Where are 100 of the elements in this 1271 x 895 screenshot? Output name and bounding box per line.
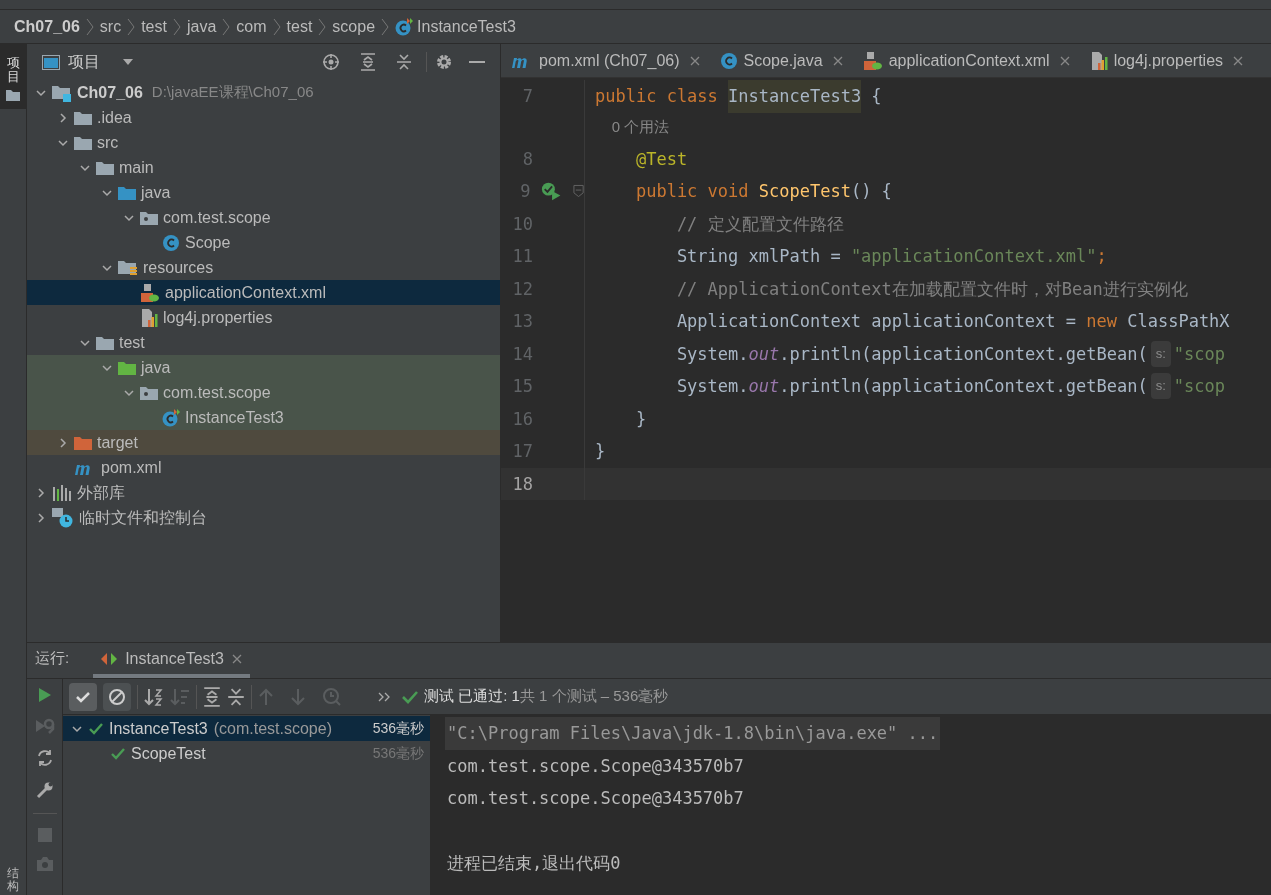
test-item[interactable]: InstanceTest3 (com.test.scope) 536毫秒 [63,716,430,741]
tree-label: .idea [97,107,132,128]
locate-icon[interactable] [322,53,340,71]
breadcrumb-item[interactable]: scope [332,14,376,39]
close-icon[interactable] [1059,55,1070,66]
side-tab[interactable]: 结构 [7,866,19,893]
editor-tab[interactable]: applicationContext.xml [852,44,1080,77]
folder-icon [118,359,136,376]
tree-item[interactable]: test [27,330,500,355]
breadcrumb-item[interactable]: Ch07_06 [14,14,80,39]
code-text: ApplicationContext applicationContext = [675,310,1078,333]
editor-tab[interactable]: log4j.properties [1079,44,1254,77]
expand-all-icon[interactable] [360,53,376,71]
breadcrumb-item[interactable]: test [286,14,313,39]
expand-all-icon[interactable] [203,686,221,707]
code-text: } [634,407,647,431]
parameter-hint: s: [1150,340,1171,367]
tree-label: Scope [185,232,231,253]
editor-tab[interactable]: pom.xml (Ch07_06) [501,44,710,77]
chevron-right-icon [272,17,281,36]
package-icon [140,209,158,226]
tree-item[interactable]: java [27,180,500,205]
code-text: public void [634,180,750,203]
chevron-right-icon[interactable] [35,511,47,524]
line-number: 14 [511,342,533,366]
line-number: 18 [511,472,533,496]
check-icon [89,722,103,735]
class-icon [162,233,180,252]
tree-item[interactable]: resources [27,255,500,280]
breadcrumb-item[interactable]: com [236,14,267,39]
close-icon[interactable] [1233,55,1244,66]
close-icon[interactable] [689,55,700,66]
parameter-hint: s: [1150,373,1171,400]
folder-icon [74,434,92,451]
run-tab[interactable]: InstanceTest3 [93,644,250,678]
xml-leaf-icon [862,50,883,71]
sort-alphabetically-icon[interactable] [144,686,164,707]
more-icon[interactable] [378,691,390,702]
tree-item[interactable]: InstanceTest3 [27,405,500,430]
properties-chart-icon [1089,50,1108,71]
tree-item[interactable]: target [27,430,500,455]
tree-label: Ch07_06 [77,82,143,103]
wrench-icon[interactable] [35,781,54,799]
close-icon[interactable] [832,55,843,66]
show-ignored-icon[interactable] [103,682,131,711]
breadcrumb-item[interactable]: java [186,14,217,39]
tree-item[interactable]: main [27,155,500,180]
run-icon[interactable] [37,687,52,703]
panel-title: 运行: [35,647,70,668]
chevron-right-icon [172,17,181,36]
tree-item[interactable]: com.test.scope [27,205,500,230]
usage-hint[interactable]: 0 个用法 [595,111,670,144]
close-icon[interactable] [231,654,242,664]
tree-label: target [97,432,138,453]
tree-item[interactable]: applicationContext.xml [27,280,500,305]
chevron-right-icon[interactable] [57,111,69,124]
package-icon [140,384,158,401]
tree-label: test [119,332,145,353]
code-text: out [748,375,780,398]
chevron-right-icon [381,17,390,36]
breadcrumb-item[interactable]: InstanceTest3 [417,14,516,39]
console-line: 进程已结束,退出代码0 [447,852,621,875]
tree-label: resources [143,257,214,278]
dropdown-caret-icon[interactable] [122,58,134,66]
tree-label: com.test.scope [163,207,271,228]
editor-tab[interactable]: Scope.java [709,44,853,77]
tree-item[interactable]: .idea [27,105,500,130]
code-text: ScopeTest [758,180,851,203]
settings-icon[interactable] [435,53,453,71]
code-text: } [595,440,606,463]
breadcrumb-item[interactable]: src [99,14,122,39]
tree-item[interactable]: log4j.properties [27,305,500,330]
collapse-all-icon[interactable] [227,686,245,707]
toggle-auto-test-icon[interactable] [35,749,54,767]
tree-item[interactable]: 临时文件和控制台 [27,505,500,530]
tree-item[interactable]: java [27,355,500,380]
line-number: 10 [511,212,533,236]
show-passed-icon[interactable] [69,682,97,711]
run-passed-icon[interactable] [540,181,561,202]
tree-item[interactable]: 外部库 [27,480,500,505]
code-text: System. [675,342,749,366]
chevron-right-icon [222,17,231,36]
tree-item[interactable]: pom.xml [27,455,500,480]
tree-item[interactable]: Ch07_06 D:\javaEE课程\Ch07_06 [27,80,500,105]
collapse-all-icon[interactable] [396,53,412,71]
chevron-right-icon [318,17,327,36]
tree-item[interactable]: src [27,130,500,155]
code-text: InstanceTest3 [728,80,862,113]
panel-title: 项目 [68,52,100,72]
tree-label: 外部库 [77,482,125,503]
duration-text: 536毫秒 [372,744,424,763]
chevron-right-icon [127,17,136,36]
chevron-right-icon[interactable] [57,436,69,449]
minimize-icon[interactable] [469,60,485,64]
tree-item[interactable]: Scope [27,230,500,255]
test-item[interactable]: ScopeTest 536毫秒 [63,741,430,766]
breadcrumb-item[interactable]: test [141,14,167,39]
chevron-right-icon[interactable] [35,486,47,499]
tree-label: log4j.properties [163,307,273,328]
tree-item[interactable]: com.test.scope [27,380,500,405]
